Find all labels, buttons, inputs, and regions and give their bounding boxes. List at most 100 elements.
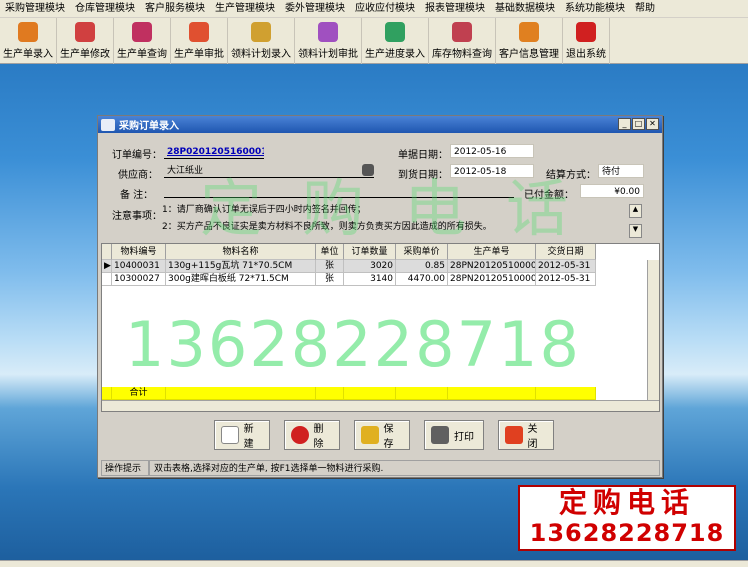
total-row: 合计 <box>102 387 596 400</box>
cell-production-no[interactable]: 28PN201205100001 <box>448 260 536 273</box>
cell-name[interactable]: 130g+115g瓦坑 71*70.5CM <box>166 260 316 273</box>
supplier-label: 供应商： <box>118 170 158 181</box>
order-no-value[interactable]: 28P0201205160001 <box>164 145 264 159</box>
menu-customer-service[interactable]: 客户服务模块 <box>140 0 210 18</box>
delete-button[interactable]: 删除 <box>284 420 340 450</box>
app-icon <box>101 118 115 131</box>
new-button[interactable]: 新建 <box>214 420 270 450</box>
exit-icon <box>505 426 523 444</box>
toolbar-label: 领料计划审批 <box>298 49 358 60</box>
toolbar-button-9[interactable]: 退出系统 <box>563 18 610 64</box>
settle-field[interactable]: 待付 <box>598 164 644 178</box>
notes-label: 注意事项： <box>112 211 162 222</box>
new-document-icon <box>221 426 239 444</box>
toolbar-button-5[interactable]: 领料计划审批 <box>295 18 362 64</box>
menu-basic-data[interactable]: 基础数据模块 <box>490 0 560 18</box>
dialog-titlebar[interactable]: 采购订单录入 _ □ ✕ <box>98 116 662 133</box>
table-row[interactable]: 10300027 300g建晖白板纸 72*71.5CM 张 3140 4470… <box>102 273 596 286</box>
notes-scroll-down-icon[interactable]: ▼ <box>629 224 642 238</box>
remark-label: 备 注： <box>120 190 154 201</box>
toolbar-label: 客户信息管理 <box>499 49 559 60</box>
col-material-code[interactable]: 物料编号 <box>112 244 166 260</box>
cell-unit[interactable]: 张 <box>316 260 344 273</box>
total-empty <box>166 387 316 400</box>
arrival-field[interactable]: 2012-05-18 <box>450 164 534 178</box>
menu-outsourcing[interactable]: 委外管理模块 <box>280 0 350 18</box>
date-label: 单据日期： <box>398 150 448 161</box>
cell-production-no[interactable]: 28PN201205100001 <box>448 273 536 286</box>
total-empty <box>316 387 344 400</box>
total-empty <box>344 387 396 400</box>
purchase-order-dialog: 采购订单录入 _ □ ✕ 订单编号： 28P0201205160001 供应商：… <box>97 115 663 478</box>
cell-price[interactable]: 4470.00 <box>396 273 448 286</box>
menu-purchase[interactable]: 采购管理模块 <box>0 0 70 18</box>
cell-code[interactable]: 10300027 <box>112 273 166 286</box>
toolbar-button-3[interactable]: 生产单审批 <box>171 18 228 64</box>
col-production-no[interactable]: 生产单号 <box>448 244 536 260</box>
menu-system[interactable]: 系统功能模块 <box>560 0 630 18</box>
save-button[interactable]: 保存 <box>354 420 410 450</box>
items-grid[interactable]: 物料编号 物料名称 单位 订单数量 采购单价 生产单号 交货日期 ▶ 10400… <box>101 243 660 412</box>
note-line-1: 1：请厂商确认订单无误后于四小时内签名并回传； <box>162 205 366 215</box>
table-row[interactable]: ▶ 10400031 130g+115g瓦坑 71*70.5CM 张 3020 … <box>102 260 596 273</box>
col-unit[interactable]: 单位 <box>316 244 344 260</box>
cell-delivery[interactable]: 2012-05-31 <box>536 260 596 273</box>
current-row-icon: ▶ <box>102 260 112 273</box>
customer-info-icon <box>519 22 539 42</box>
status-label: 操作提示 <box>101 460 149 476</box>
remark-field[interactable] <box>164 184 514 198</box>
settle-label: 结算方式： <box>546 170 596 181</box>
grid-horizontal-scrollbar[interactable] <box>102 400 659 411</box>
supplier-lookup-icon[interactable] <box>362 164 374 176</box>
save-icon <box>361 426 379 444</box>
close-icon[interactable]: ✕ <box>646 118 659 130</box>
date-field[interactable]: 2012-05-16 <box>450 144 534 158</box>
material-plan-entry-icon <box>251 22 271 42</box>
toolbar-button-2[interactable]: 生产单查询 <box>114 18 171 64</box>
maximize-icon[interactable]: □ <box>632 118 645 130</box>
cell-unit[interactable]: 张 <box>316 273 344 286</box>
close-button[interactable]: 关闭 <box>498 420 554 450</box>
toolbar-button-8[interactable]: 客户信息管理 <box>496 18 563 64</box>
toolbar-label: 生产进度录入 <box>365 49 425 60</box>
toolbar-button-0[interactable]: 生产单录入 <box>0 18 57 64</box>
menu-production[interactable]: 生产管理模块 <box>210 0 280 18</box>
cell-qty[interactable]: 3020 <box>344 260 396 273</box>
menu-help[interactable]: 帮助 <box>630 0 660 18</box>
col-delivery-date[interactable]: 交货日期 <box>536 244 596 260</box>
progress-entry-icon <box>385 22 405 42</box>
menu-bar: 采购管理模块 仓库管理模块 客户服务模块 生产管理模块 委外管理模块 应收应付模… <box>0 0 748 18</box>
col-unit-price[interactable]: 采购单价 <box>396 244 448 260</box>
exit-icon <box>576 22 596 42</box>
delete-icon <box>291 426 309 444</box>
toolbar-label: 退出系统 <box>566 49 606 60</box>
toolbar-button-6[interactable]: 生产进度录入 <box>362 18 429 64</box>
grid-vertical-scrollbar[interactable] <box>647 260 659 400</box>
total-empty <box>448 387 536 400</box>
notes-scroll-up-icon[interactable]: ▲ <box>629 204 642 218</box>
cell-code[interactable]: 10400031 <box>112 260 166 273</box>
menu-warehouse[interactable]: 仓库管理模块 <box>70 0 140 18</box>
order-no-label: 订单编号： <box>112 150 162 161</box>
col-material-name[interactable]: 物料名称 <box>166 244 316 260</box>
toolbar-button-7[interactable]: 库存物料查询 <box>429 18 496 64</box>
row-indicator-header <box>102 244 112 260</box>
col-quantity[interactable]: 订单数量 <box>344 244 396 260</box>
toolbar-button-4[interactable]: 领料计划录入 <box>228 18 295 64</box>
supplier-field[interactable]: 大江纸业 <box>164 164 374 178</box>
print-button[interactable]: 打印 <box>424 420 484 450</box>
production-approve-icon <box>189 22 209 42</box>
minimize-icon[interactable]: _ <box>618 118 631 130</box>
menu-reports[interactable]: 报表管理模块 <box>420 0 490 18</box>
notes-text[interactable]: 1：请厂商确认订单无误后于四小时内签名并回传； 2：买方产品不良证实是卖方材料不… <box>162 202 624 239</box>
cell-name[interactable]: 300g建晖白板纸 72*71.5CM <box>166 273 316 286</box>
grid-header: 物料编号 物料名称 单位 订单数量 采购单价 生产单号 交货日期 <box>102 244 596 260</box>
toolbar-label: 生产单录入 <box>3 49 53 60</box>
cell-delivery[interactable]: 2012-05-31 <box>536 273 596 286</box>
cell-price[interactable]: 0.85 <box>396 260 448 273</box>
menu-receivable-payable[interactable]: 应收应付模块 <box>350 0 420 18</box>
toolbar-button-1[interactable]: 生产单修改 <box>57 18 114 64</box>
toolbar-label: 生产单审批 <box>174 49 224 60</box>
cell-qty[interactable]: 3140 <box>344 273 396 286</box>
toolbar-label: 库存物料查询 <box>432 49 492 60</box>
